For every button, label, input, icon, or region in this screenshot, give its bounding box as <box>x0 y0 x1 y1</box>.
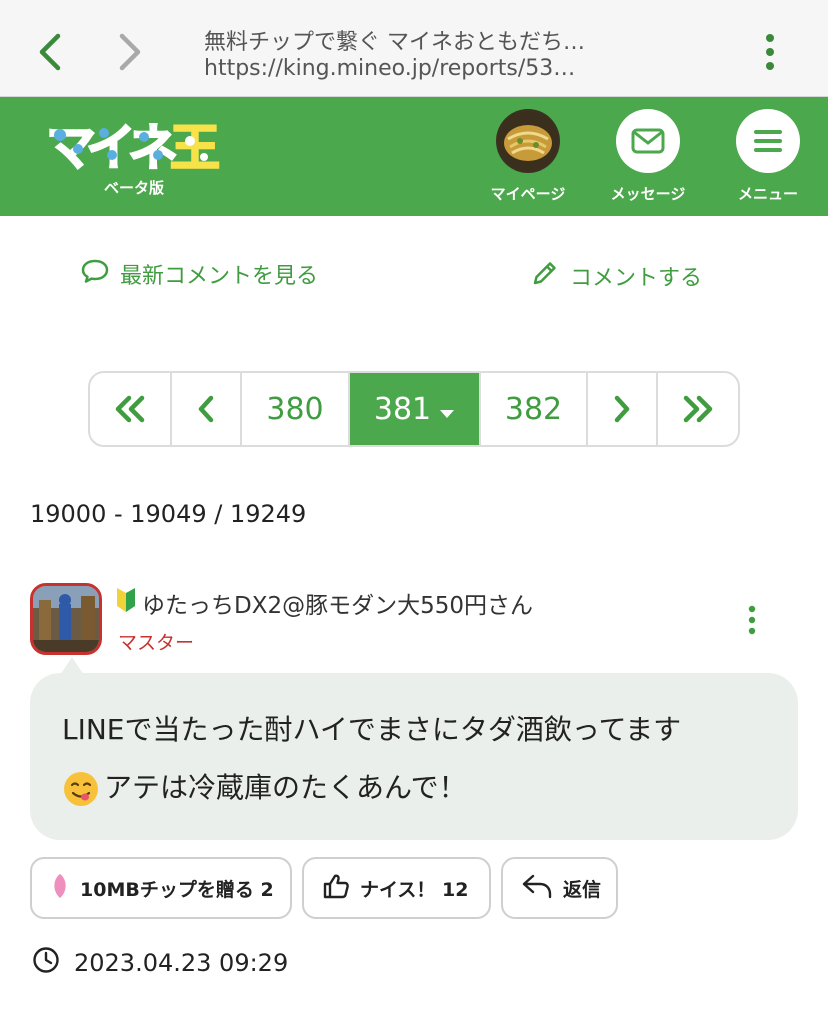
page-380[interactable]: 380 <box>242 373 350 445</box>
mypage-button[interactable]: マイページ <box>473 109 583 204</box>
reply-arrow-icon <box>521 873 553 904</box>
reply-button[interactable]: 返信 <box>501 857 618 919</box>
speech-bubble-icon <box>80 258 110 290</box>
nice-label: ナイス！ 12 <box>360 878 469 901</box>
post-comment-label: コメントする <box>570 266 703 291</box>
menu-label: メニュー <box>737 185 798 203</box>
latest-comments-label: 最新コメントを見る <box>120 264 319 289</box>
comment-line-2: アテは冷蔵庫のたくあんで！ <box>104 771 467 804</box>
pagination: 380 381 382 <box>88 371 740 447</box>
poster-role: マスター <box>118 632 195 654</box>
post-timestamp: 2023.04.23 09:29 <box>74 949 289 977</box>
tab-title: 無料チップで繋ぐ マイネおともだち… <box>204 30 585 55</box>
poster-name[interactable]: ゆたっちDX2@豚モダン大550円さん <box>142 586 533 620</box>
post-timestamp-row: 2023.04.23 09:29 <box>32 946 288 980</box>
mail-icon <box>616 109 680 173</box>
chevron-right-icon <box>614 395 630 423</box>
next-page-button[interactable] <box>588 373 658 445</box>
user-avatar <box>496 109 560 173</box>
chip-gift-button[interactable]: 10MBチップを贈る 2 <box>30 857 292 919</box>
comment-bubble: LINEで当たった酎ハイでまさにタダ酒飲ってます アテは冷蔵庫のたくあんで！ <box>30 673 798 840</box>
svg-text:王: 王 <box>170 119 220 177</box>
comment-line-1: LINEで当たった酎ハイでまさにタダ酒飲ってます <box>62 713 682 746</box>
url-field[interactable]: https://king.mineo.jp/reports/53… <box>204 56 575 81</box>
poster-name-row: ゆたっちDX2@豚モダン大550円さん <box>116 586 533 620</box>
page-381-current[interactable]: 381 <box>350 373 481 445</box>
chip-gift-label: 10MBチップを贈る 2 <box>80 878 274 901</box>
prev-page-button[interactable] <box>172 373 242 445</box>
message-button[interactable]: メッセージ <box>593 109 703 204</box>
forward-icon[interactable] <box>108 30 152 74</box>
chevron-left-icon <box>198 395 214 423</box>
petal-icon <box>50 873 70 904</box>
double-chevron-left-icon <box>115 395 145 423</box>
comment-line-2-row: アテは冷蔵庫のたくあんで！ <box>62 759 766 817</box>
browser-bar: 無料チップで繋ぐ マイネおともだち… https://king.mineo.jp… <box>0 0 828 97</box>
menu-button[interactable]: メニュー <box>713 109 823 204</box>
beginner-mark-icon <box>116 587 136 619</box>
clock-icon <box>32 946 60 980</box>
double-chevron-right-icon <box>683 395 713 423</box>
first-page-button[interactable] <box>90 373 172 445</box>
message-label: メッセージ <box>610 185 686 203</box>
thumbs-up-icon <box>322 872 350 905</box>
browser-menu-icon[interactable] <box>748 30 792 74</box>
post-actions: 10MBチップを贈る 2 ナイス！ 12 返信 <box>30 857 618 919</box>
mineo-logo[interactable]: マ イ ネ 王 <box>45 115 222 179</box>
post-menu-icon[interactable] <box>736 600 768 640</box>
result-count: 19000 - 19049 / 19249 <box>30 500 307 528</box>
poster-avatar[interactable] <box>30 583 102 655</box>
page-382[interactable]: 382 <box>481 373 588 445</box>
reply-label: 返信 <box>563 878 602 901</box>
yum-face-emoji-icon <box>62 770 100 808</box>
pencil-icon <box>530 258 560 294</box>
current-page-label: 381 <box>373 391 432 427</box>
latest-comments-link[interactable]: 最新コメントを見る <box>80 258 318 290</box>
back-icon[interactable] <box>28 30 72 74</box>
nice-button[interactable]: ナイス！ 12 <box>302 857 491 919</box>
last-page-button[interactable] <box>658 373 738 445</box>
mypage-label: マイページ <box>490 185 566 203</box>
site-header: マ イ ネ 王 ベータ版 マイページ メッセージ メニュー <box>0 97 828 216</box>
beta-label: ベータ版 <box>104 179 165 197</box>
post-comment-link[interactable]: コメントする <box>530 258 702 294</box>
caret-down-icon <box>439 392 455 427</box>
hamburger-icon <box>736 109 800 173</box>
